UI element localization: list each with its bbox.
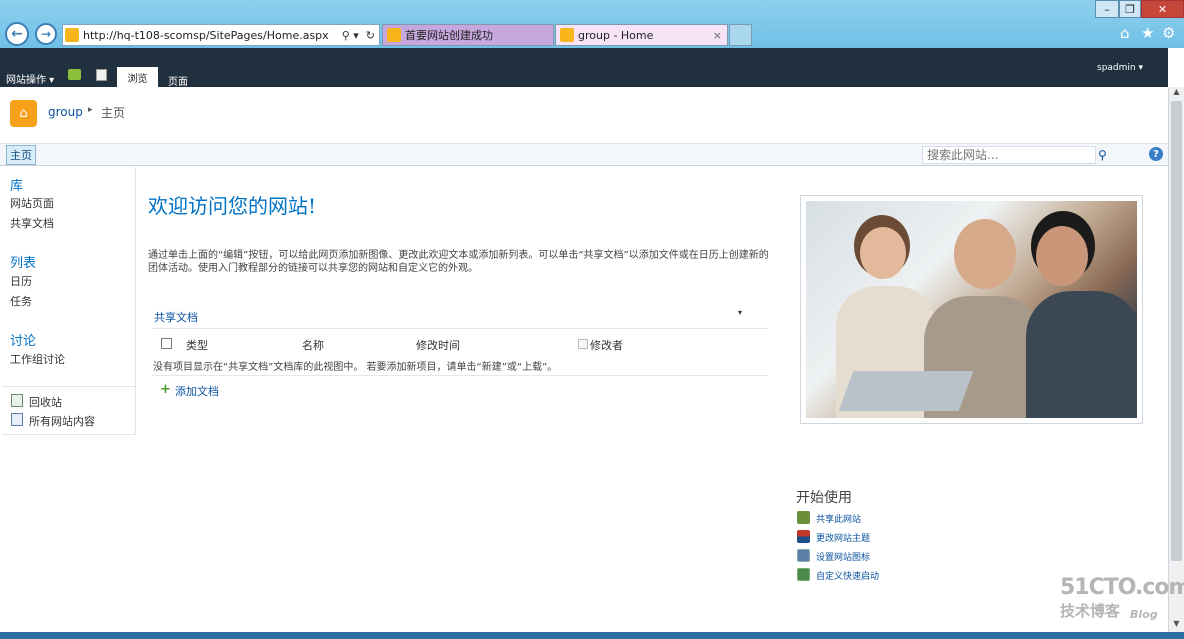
customize-quick-launch-icon <box>797 568 810 581</box>
library-header-divider <box>152 328 768 329</box>
nav-item-team-discussion[interactable]: 工作组讨论 <box>10 351 65 367</box>
nav-heading-discussions[interactable]: 讨论 <box>10 330 36 349</box>
nav-recycle-bin[interactable]: 回收站 <box>29 394 62 410</box>
scrollbar-thumb[interactable] <box>1171 101 1182 561</box>
nav-divider <box>2 386 136 387</box>
tab-label: group - Home <box>578 28 654 42</box>
library-menu-chevron-icon[interactable]: ▾ <box>738 308 742 317</box>
tab-close-icon[interactable]: × <box>713 29 727 42</box>
ribbon-tab-browse[interactable]: 浏览 <box>117 67 158 87</box>
recycle-bin-icon <box>11 394 23 407</box>
page-title: 欢迎访问您的网站! <box>148 194 317 218</box>
restore-button[interactable]: ❐ <box>1119 0 1141 18</box>
navigate-up-icon[interactable] <box>68 69 81 80</box>
site-favicon-icon <box>65 28 79 42</box>
man2-body-shape <box>1026 291 1137 418</box>
browser-tab-1[interactable]: 首要网站创建成功 <box>382 24 554 46</box>
user-menu[interactable]: spadmin ▾ <box>1097 63 1143 73</box>
library-empty-message: 没有项目显示在“共享文档”文档库的此视图中。 若要添加新项目，请单击“新建”或“… <box>153 362 558 373</box>
welcome-text: 通过单击上面的“编辑”按钮，可以给此网页添加新图像、更改此欢迎文本或添加新列表。… <box>148 250 769 274</box>
column-modified[interactable]: 修改时间 <box>416 337 460 353</box>
breadcrumb-separator-icon: ▸ <box>88 105 93 115</box>
user-name: spadmin <box>1097 63 1136 73</box>
site-logo-icon[interactable]: ⌂ <box>10 100 37 127</box>
help-icon[interactable]: ? <box>1149 147 1163 161</box>
library-title-shared-documents[interactable]: 共享文档 <box>154 309 198 325</box>
share-site-icon <box>797 511 810 524</box>
nav-heading-libraries[interactable]: 库 <box>10 175 23 194</box>
column-modified-by[interactable]: 修改者 <box>590 337 623 353</box>
all-content-icon <box>11 413 23 426</box>
nav-item-site-pages[interactable]: 网站页面 <box>10 195 54 211</box>
column-type[interactable]: 类型 <box>186 337 208 353</box>
tab-favicon-icon <box>560 28 574 42</box>
welcome-image <box>806 201 1137 418</box>
watermark: 51CTO.com 技术博客 Blog <box>1060 575 1184 621</box>
laptop-shape <box>838 371 974 411</box>
edit-page-icon[interactable] <box>96 69 107 81</box>
set-site-icon-link[interactable]: 设置网站图标 <box>816 550 870 563</box>
nav-item-tasks[interactable]: 任务 <box>10 293 32 309</box>
add-document-link[interactable]: 添加文档 <box>175 383 219 399</box>
select-all-checkbox[interactable] <box>161 338 172 349</box>
man2-face-shape <box>1036 226 1088 286</box>
breadcrumb-current: 主页 <box>101 106 126 120</box>
person-face-shape <box>860 227 906 279</box>
vertical-scrollbar[interactable]: ▲ ▼ <box>1168 87 1184 632</box>
nav-all-site-content[interactable]: 所有网站内容 <box>29 413 95 429</box>
refresh-icon[interactable]: ↻ <box>362 29 379 42</box>
favorites-star-icon[interactable]: ★ <box>1141 24 1154 42</box>
address-bar[interactable]: http://hq-t108-scomsp/SitePages/Home.asp… <box>62 24 380 46</box>
set-site-icon-icon <box>797 549 810 562</box>
search-icon[interactable]: ⚲ <box>1098 148 1107 162</box>
welcome-image-frame <box>800 195 1143 424</box>
topnav-home-tab[interactable]: 主页 <box>6 145 36 165</box>
new-tab-button[interactable] <box>729 24 752 46</box>
minimize-button[interactable]: – <box>1095 0 1119 18</box>
nav-heading-lists[interactable]: 列表 <box>10 252 36 271</box>
tab-label: 首要网站创建成功 <box>405 29 493 42</box>
search-dropdown-icon[interactable]: ⚲ ▾ <box>339 29 362 42</box>
site-actions-menu[interactable]: 网站操作 ▾ <box>6 71 54 86</box>
site-actions-label: 网站操作 <box>6 75 46 86</box>
browser-tab-2-active[interactable]: group - Home × <box>555 24 728 46</box>
change-theme-link[interactable]: 更改网站主题 <box>816 531 870 544</box>
close-window-button[interactable]: ✕ <box>1141 0 1184 18</box>
library-footer-divider <box>152 375 768 376</box>
change-theme-icon <box>797 530 810 543</box>
home-icon[interactable]: ⌂ <box>1120 24 1130 42</box>
nav-item-calendar[interactable]: 日历 <box>10 273 32 289</box>
nav-item-shared-documents[interactable]: 共享文档 <box>10 215 54 231</box>
ribbon-tab-page[interactable]: 页面 <box>168 73 188 88</box>
watermark-line2: 技术博客 <box>1060 602 1121 620</box>
add-icon[interactable]: + <box>160 382 171 397</box>
site-search-input[interactable] <box>922 146 1096 164</box>
breadcrumb-site[interactable]: group <box>48 105 83 119</box>
scroll-up-icon[interactable]: ▲ <box>1170 87 1183 99</box>
getting-started-heading: 开始使用 <box>796 490 852 506</box>
url-text: http://hq-t108-scomsp/SitePages/Home.asp… <box>83 28 329 42</box>
customize-quick-launch-link[interactable]: 自定义快速启动 <box>816 569 879 582</box>
watermark-line1: 51CTO.com <box>1060 575 1184 600</box>
settings-gear-icon[interactable]: ⚙ <box>1162 24 1175 42</box>
forward-button[interactable]: → <box>35 23 57 45</box>
share-site-link[interactable]: 共享此网站 <box>816 512 861 525</box>
modified-by-filter-icon <box>578 339 588 349</box>
column-name[interactable]: 名称 <box>302 337 324 353</box>
windows-taskbar <box>0 632 1184 639</box>
man-face-shape <box>954 219 1016 289</box>
tab-favicon-icon <box>387 28 401 42</box>
watermark-line3: Blog <box>1130 608 1158 621</box>
back-button[interactable]: ← <box>5 22 29 46</box>
